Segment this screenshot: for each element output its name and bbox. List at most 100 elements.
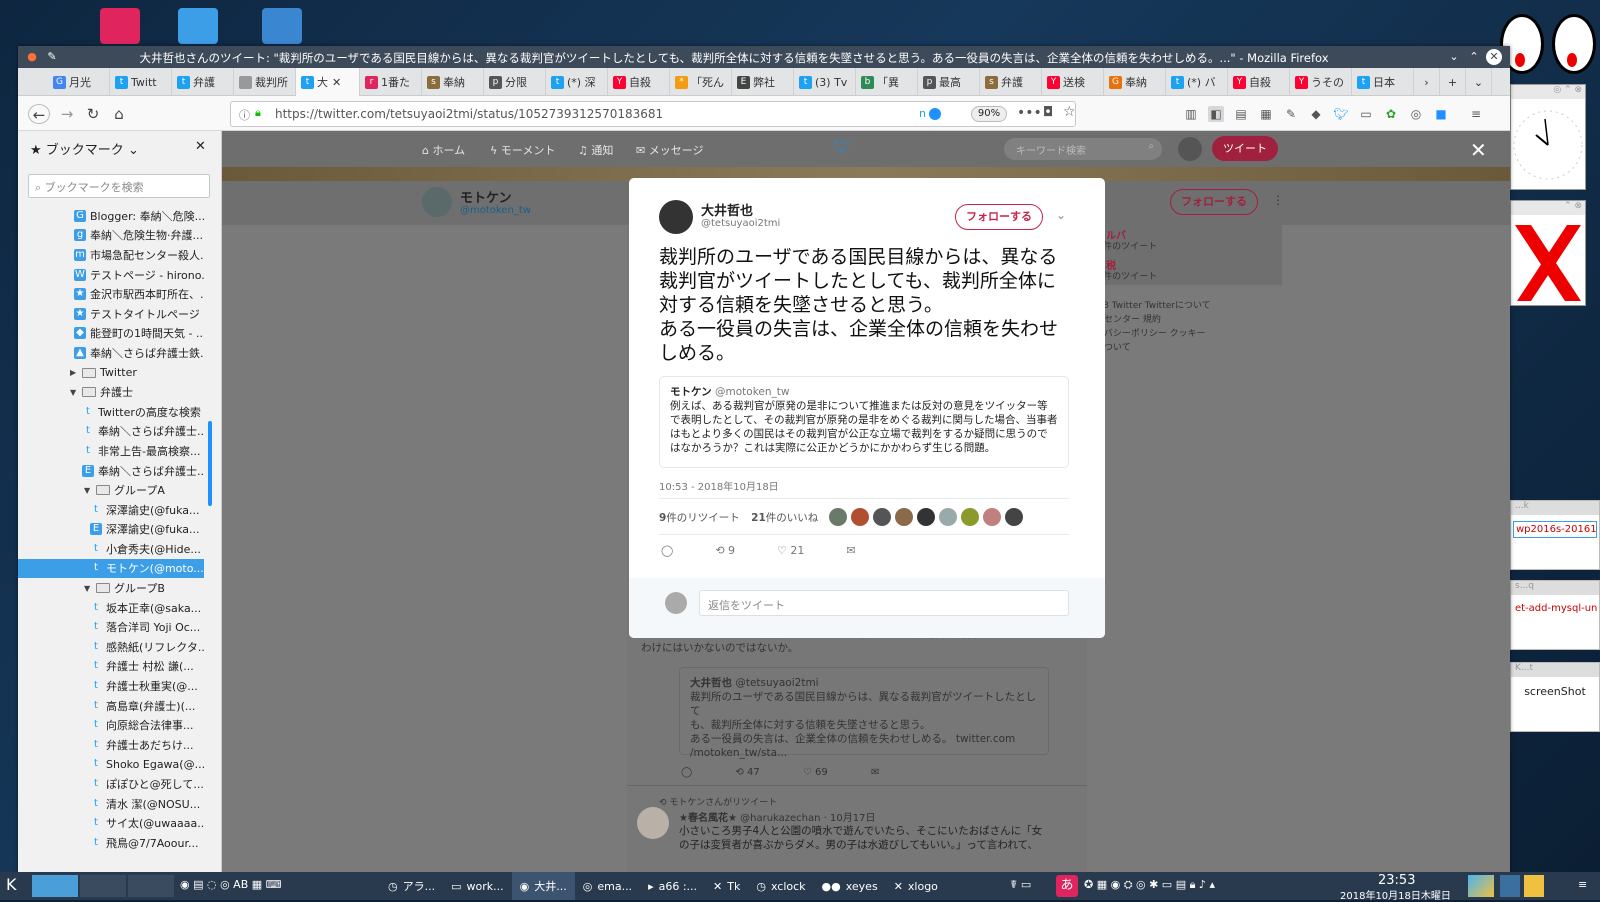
tray-widget-icon[interactable] [1500,875,1520,897]
reply-icon[interactable]: ◯ [681,767,692,778]
twitter-ext-icon[interactable]: 🐦︎ [1333,106,1349,122]
like-button[interactable]: ♡ 21 [777,544,804,557]
minimize-icon[interactable]: ⌄ [1446,49,1462,65]
nav-messages[interactable]: ✉ メッセージ [636,142,704,158]
folder-arrow-icon[interactable]: ▼ [84,584,94,593]
reload-icon[interactable]: ↻ [82,104,104,124]
bookmark-item[interactable]: E 奉納＼さらば弁護士... [18,461,204,481]
tab-20[interactable]: Y うその [1290,68,1352,96]
tab-11[interactable]: E 弊社 [732,68,794,96]
folder-arrow-icon[interactable]: ▶ [70,368,80,377]
xlogo-window[interactable]: ⌃ ⊗ [1510,200,1586,306]
bookmark-item[interactable]: t 深澤諭史(@fuka... [18,500,204,520]
liker-avatar[interactable] [939,508,957,526]
bookmark-item[interactable]: t 非常上告-最高検察... [18,441,204,461]
bookmark-item[interactable]: t 落合洋司 Yoji Oc... [18,617,204,637]
taskbar-item[interactable]: ▸ a66 :... [640,872,705,900]
retweet-label[interactable]: 件のリツイート [666,512,740,524]
tab-8[interactable]: t (*) 深 [546,68,608,96]
bookmark-item[interactable]: t 坂本正幸(@saka... [18,598,204,618]
box-ext-icon[interactable]: ■ [1433,106,1449,122]
author-avatar[interactable] [659,200,693,234]
profile-name[interactable]: モトケン [460,187,512,206]
grid-icon[interactable]: ▦ [1258,106,1274,122]
bookmark-folder[interactable]: ▼ グループB [18,578,204,598]
taskbar-item[interactable]: ▭ work... [443,872,512,900]
bookmark-item[interactable]: W テストページ - hirono... [18,265,204,285]
zoom-level[interactable]: 90% [971,106,1007,122]
extension-letter[interactable]: n [919,107,926,120]
bookmark-item[interactable]: g 奉納＼危険生物·弁護... [18,226,204,246]
twitter-bird-icon[interactable]: 🐦︎ [834,139,852,155]
tab-5[interactable]: r 1番た [360,68,422,96]
liker-avatar[interactable] [961,508,979,526]
t2-name[interactable]: ★春名風花★ [679,813,737,824]
taskbar-item[interactable]: ◉ 大井... [511,872,575,900]
sidebar-scrollbar[interactable] [208,421,212,506]
folder-icon[interactable] [262,8,302,44]
tabs-scroll-right-icon[interactable]: › [1414,68,1440,96]
title-bar[interactable]: ● ✎ 大井哲也さんのツイート: "裁判所のユーザである国民目線からは、異なる裁… [18,46,1510,68]
liker-avatar[interactable] [851,508,869,526]
taskbar-item[interactable]: ✕ Tk [705,872,748,900]
tab-19[interactable]: Y 自殺 [1228,68,1290,96]
taskbar-item[interactable]: ✕ xlogo [886,872,946,900]
modal-close-icon[interactable]: ✕ [1470,138,1487,162]
liker-avatar[interactable] [1005,508,1023,526]
tab-close-icon[interactable]: ✕ [332,76,341,89]
bookmark-item[interactable]: m 市場急配センター殺人... [18,245,204,265]
ext-icon[interactable]: ◆ [1308,106,1324,122]
bookmark-item[interactable]: t Twitterの高度な検索 [18,402,204,422]
like-count[interactable]: 21 [751,512,766,524]
sidebar-toggle-icon[interactable]: ◧ [1208,106,1224,122]
t2-avatar[interactable] [637,807,669,839]
right-panel-3[interactable]: K...t screenShot [1510,662,1600,732]
tray-icons-2[interactable]: ✪ ▦ ◉ ⛭ ◎ ✱ ▭ ▤ 🔒︎ ♪ ▴ [1084,878,1215,892]
tweet-timestamp[interactable]: 10:53 - 2018年10月18日 [659,478,779,493]
bookmark-item[interactable]: t Shoko Egawa(@... [18,755,204,775]
taskbar-item[interactable]: ◷ アラ... [380,872,443,900]
avatar[interactable] [1178,137,1202,161]
tray-icons[interactable]: ☤ ▭ [1010,878,1031,891]
ime-indicator[interactable]: あ [1056,875,1078,897]
bookmark-item[interactable]: t ぽぽひと@死して... [18,774,204,794]
liker-avatar[interactable] [829,508,847,526]
right-panel-1[interactable]: ...k wp2016s-20161 [1510,500,1600,570]
bookmark-item[interactable]: t 弁護士 村松 謙(... [18,657,204,677]
nav-notifications[interactable]: ♫ 通知 [578,142,613,158]
liker-avatar[interactable] [895,508,913,526]
taskbar-item[interactable]: ◎ ema... [575,872,640,900]
panel-menu-icon[interactable]: ≡ [1578,878,1587,891]
close-icon[interactable]: ✕ [1486,49,1502,65]
taskbar-item[interactable]: ◷ xclock [748,872,813,900]
nav-home[interactable]: ⌂ ホーム [422,142,465,158]
more-icon[interactable]: ⋮ [1272,193,1284,207]
home-folder-icon[interactable] [178,8,218,44]
right-panel-1-field[interactable]: wp2016s-20161 [1513,521,1597,538]
reader-icon[interactable]: ▤ [1233,106,1249,122]
liker-avatar[interactable] [983,508,1001,526]
url-text[interactable]: https://twitter.com/tetsuyaoi2tmi/status… [275,107,663,121]
folder-arrow-icon[interactable]: ▼ [84,486,94,495]
bookmark-item[interactable]: ▲ 奉納＼さらば弁護士鉄... [18,343,204,363]
bookmark-item[interactable]: E 深澤諭史(@fuka... [18,520,204,540]
kde-menu-icon[interactable]: K [6,875,17,894]
dm-icon[interactable]: ✉ [846,544,855,557]
launcher-icons[interactable]: ◉ ▤ ◌ ◎ AB ▦ ⌨ [180,878,282,891]
bg-quote[interactable]: 大井哲也 @tetsuyaoi2tmi 裁判所のユーザである国民目線からは、異な… [679,667,1049,759]
home-icon[interactable]: ⌂ [108,104,130,124]
liker-avatar[interactable] [917,508,935,526]
bookmark-item[interactable]: ◆ 能登町の1時間天気 - ... [18,324,204,344]
pager-desktop-2[interactable] [80,875,126,897]
bookmark-item[interactable]: t 清水 潔(@NOSU... [18,794,204,814]
back-icon[interactable]: ← [28,104,50,124]
new-tab-icon[interactable]: + [1440,68,1466,96]
twitter-search-input[interactable]: キーワード検索 ⌕ [1004,138,1162,160]
quoted-tweet[interactable]: モトケン @motoken_tw 例えば、ある裁判官が原発の是非について推進また… [659,376,1069,468]
tab-1[interactable]: t Twitt [110,68,172,96]
leaf-ext-icon[interactable]: ✿ [1383,106,1399,122]
bookmark-item[interactable]: t 弁護士あだちけ... [18,735,204,755]
bookmark-folder[interactable]: ▼ 弁護士 [18,382,204,402]
tab-17[interactable]: G 奉納 [1104,68,1166,96]
tab-13[interactable]: b 「異 [856,68,918,96]
